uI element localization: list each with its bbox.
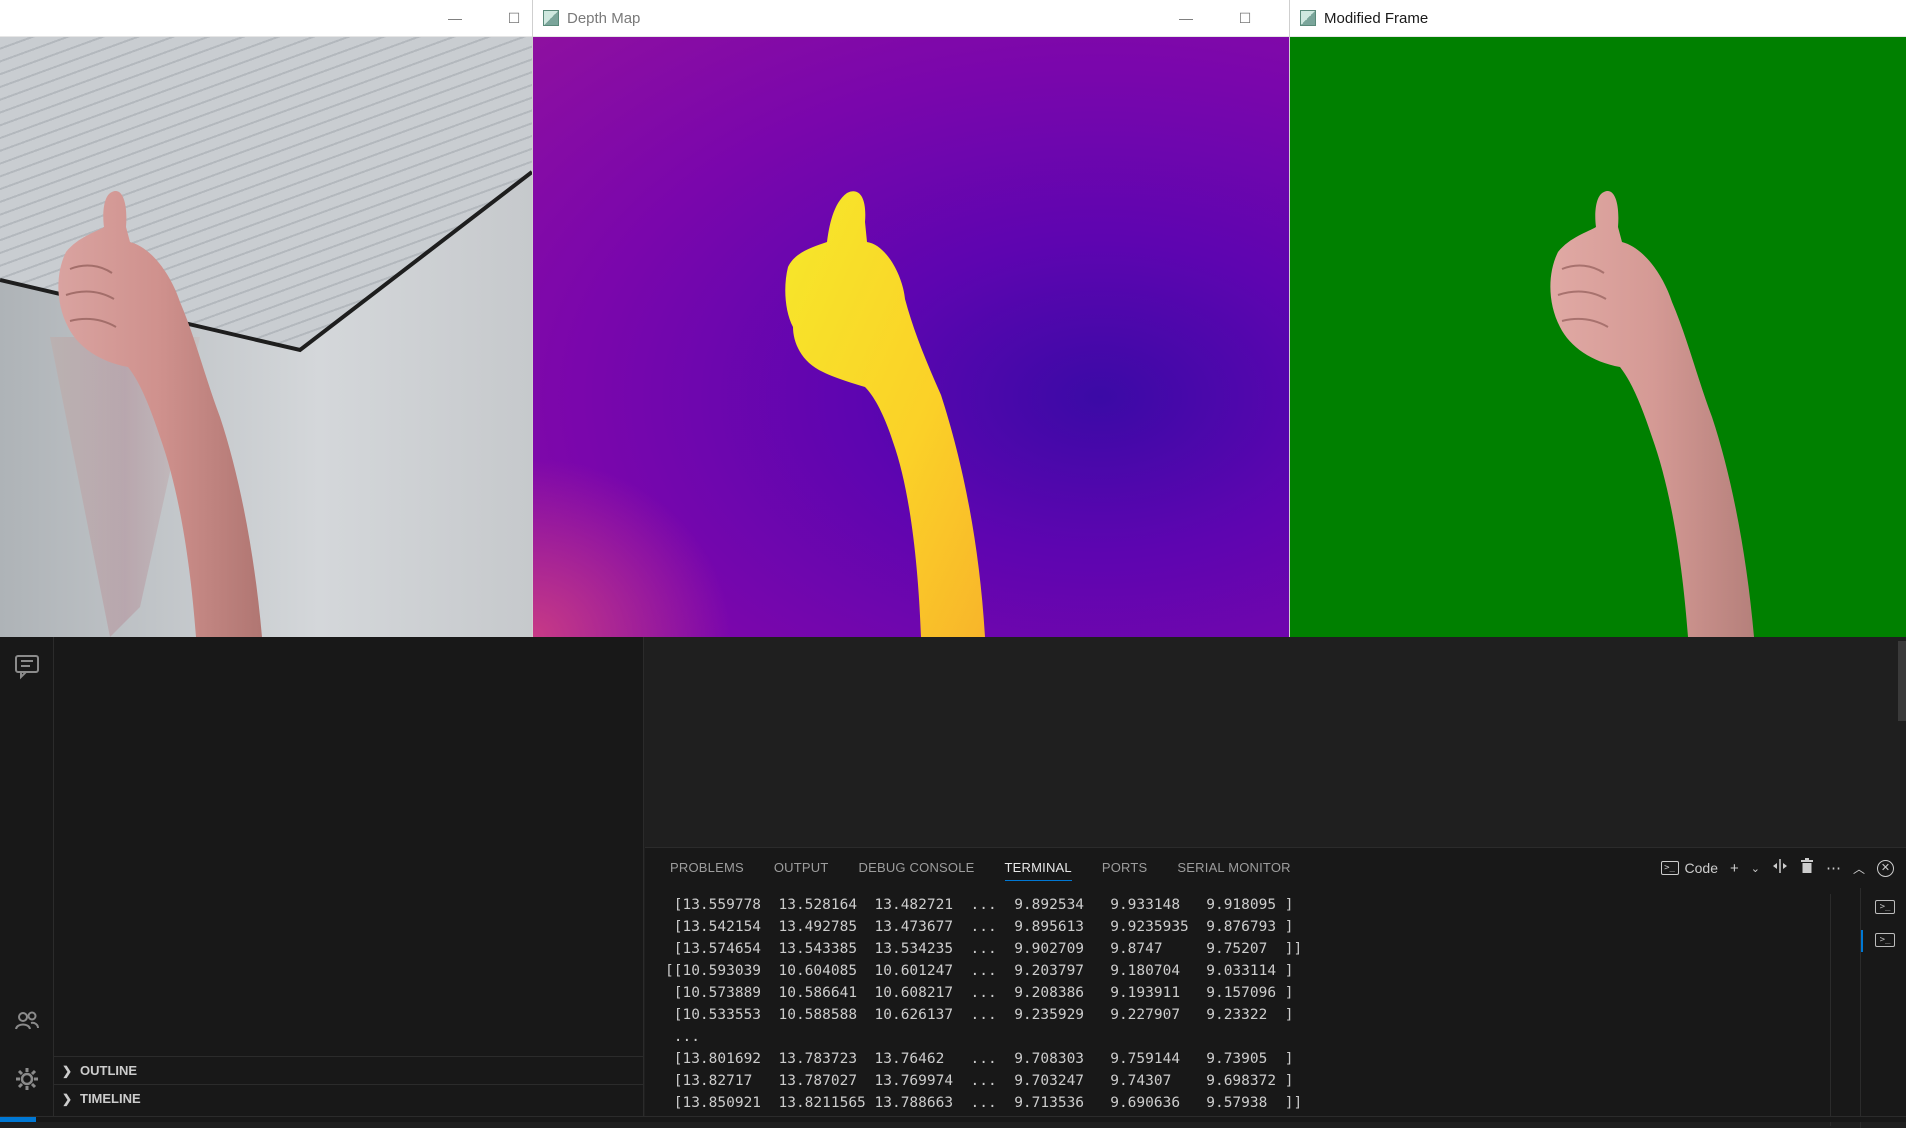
depth-hand-silhouette: [533, 37, 1289, 637]
terminal-line: [13.542154 13.492785 13.473677 ... 9.895…: [665, 916, 1865, 938]
minimize-button[interactable]: —: [444, 8, 466, 28]
terminal-scrollbar[interactable]: [1830, 894, 1844, 1126]
original-camera-window[interactable]: — ☐: [0, 0, 532, 637]
opencv-window-icon: [1300, 10, 1316, 26]
modified-frame-image: [1290, 37, 1906, 637]
tab-ports[interactable]: PORTS: [1102, 848, 1148, 888]
tab-output[interactable]: OUTPUT: [774, 848, 829, 888]
maximize-button[interactable]: ☐: [1234, 8, 1256, 28]
modified-window-title: Modified Frame: [1324, 10, 1428, 27]
depth-window-titlebar[interactable]: Depth Map — ☐: [533, 0, 1289, 37]
terminal-instance-icon[interactable]: >_: [1875, 933, 1895, 947]
terminal-output[interactable]: [13.559778 13.528164 13.482721 ... 9.892…: [665, 894, 1865, 1124]
tab-debug-console[interactable]: DEBUG CONSOLE: [859, 848, 975, 888]
chevron-right-icon: ❯: [54, 1092, 80, 1106]
original-window-titlebar[interactable]: — ☐: [0, 0, 532, 37]
settings-gear-icon[interactable]: [12, 1065, 42, 1095]
status-bar: [0, 1116, 1906, 1122]
timeline-section[interactable]: ❯ TIMELINE: [54, 1084, 643, 1112]
thumbs-up-hand: [0, 37, 532, 637]
outline-label: OUTLINE: [80, 1063, 137, 1078]
dropdown-icon[interactable]: ⌄: [1751, 862, 1760, 875]
maximize-panel-icon[interactable]: ︿: [1853, 860, 1865, 877]
modified-window-titlebar[interactable]: Modified Frame: [1290, 0, 1906, 37]
terminal-selector[interactable]: >_ Code: [1661, 860, 1718, 876]
terminal-line: [13.82717 13.787027 13.769974 ... 9.7032…: [665, 1070, 1865, 1092]
terminal-line: [[10.593039 10.604085 10.601247 ... 9.20…: [665, 960, 1865, 982]
hand-on-green-screen: [1290, 37, 1906, 637]
split-terminal-icon[interactable]: [1772, 858, 1788, 878]
minimize-button[interactable]: —: [1175, 8, 1197, 28]
editor-scrollbar[interactable]: [1898, 641, 1906, 721]
original-camera-feed: [0, 37, 532, 637]
opencv-window-icon: [543, 10, 559, 26]
more-actions-icon[interactable]: ⋯: [1826, 859, 1841, 877]
timeline-label: TIMELINE: [80, 1091, 141, 1106]
terminal-line: ...: [665, 1026, 1865, 1048]
outline-section[interactable]: ❯ OUTLINE: [54, 1056, 643, 1084]
panel-actions: >_ Code + ⌄ ⋯ ︿ ✕: [1661, 848, 1894, 888]
chevron-right-icon: ❯: [54, 1064, 80, 1078]
terminal-line: [13.850921 13.8211565 13.788663 ... 9.71…: [665, 1092, 1865, 1114]
terminal-icon: >_: [1661, 861, 1679, 875]
new-terminal-icon[interactable]: +: [1730, 860, 1739, 877]
tab-serial-monitor[interactable]: SERIAL MONITOR: [1177, 848, 1290, 888]
activity-bar: [0, 637, 54, 1122]
accounts-icon[interactable]: [12, 1007, 42, 1037]
kill-terminal-icon[interactable]: [1800, 858, 1814, 878]
terminal-kind-label: Code: [1685, 860, 1718, 876]
bottom-panel: PROBLEMS OUTPUT DEBUG CONSOLE TERMINAL P…: [645, 847, 1906, 1122]
maximize-button[interactable]: ☐: [503, 8, 525, 28]
close-panel-icon[interactable]: ✕: [1877, 860, 1894, 877]
depth-map-window[interactable]: Depth Map — ☐: [532, 0, 1289, 637]
terminal-line: [13.801692 13.783723 13.76462 ... 9.7083…: [665, 1048, 1865, 1070]
editor-area[interactable]: [645, 637, 1906, 847]
terminal-line: [13.574654 13.543385 13.534235 ... 9.902…: [665, 938, 1865, 960]
selected-terminal-indicator: [1861, 930, 1863, 952]
terminal-line: [10.573889 10.586641 10.608217 ... 9.208…: [665, 982, 1865, 1004]
terminal-instance-icon[interactable]: >_: [1875, 900, 1895, 914]
chat-icon[interactable]: [12, 652, 42, 682]
terminal-instances-list: >_ >_: [1860, 888, 1906, 1128]
tab-problems[interactable]: PROBLEMS: [670, 848, 744, 888]
explorer-side-panel: ❯ OUTLINE ❯ TIMELINE: [54, 637, 644, 1122]
tab-terminal[interactable]: TERMINAL: [1005, 848, 1072, 888]
terminal-line: [10.533553 10.588588 10.626137 ... 9.235…: [665, 1004, 1865, 1026]
depth-map-image: [533, 37, 1289, 637]
terminal-line: [13.559778 13.528164 13.482721 ... 9.892…: [665, 894, 1865, 916]
modified-frame-window[interactable]: Modified Frame: [1289, 0, 1906, 637]
remote-indicator[interactable]: [0, 1117, 36, 1122]
depth-window-title: Depth Map: [567, 10, 640, 27]
